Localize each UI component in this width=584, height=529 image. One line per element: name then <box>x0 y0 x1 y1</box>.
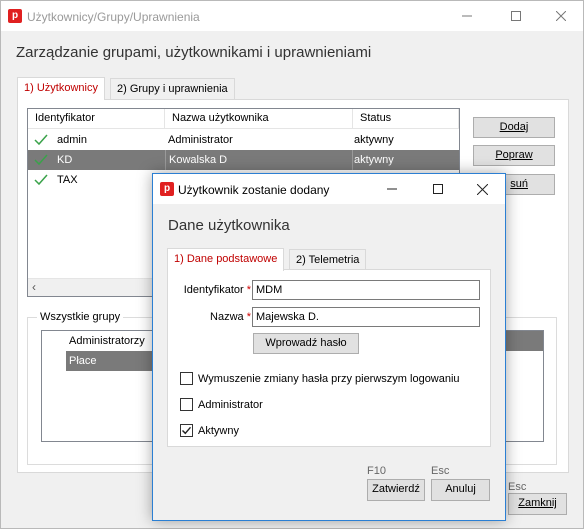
column-header-identifier[interactable]: Identyfikator <box>28 109 165 129</box>
page-heading: Zarządzanie grupami, użytkownikami i upr… <box>16 44 372 61</box>
required-marker: * <box>246 284 251 296</box>
identifier-label: Identyfikator * <box>173 284 251 296</box>
required-marker: * <box>246 311 251 323</box>
cancel-button[interactable]: Anuluj <box>431 479 490 501</box>
set-password-button[interactable]: Wprowadź hasło <box>253 333 359 354</box>
edit-user-label: Popraw <box>495 149 533 161</box>
checkbox-box[interactable] <box>180 372 193 385</box>
cell-status: aktywny <box>354 154 394 166</box>
all-groups-legend: Wszystkie grupy <box>37 311 124 323</box>
check-icon <box>34 154 48 166</box>
maximize-icon <box>433 184 443 194</box>
column-header-status[interactable]: Status <box>353 109 459 129</box>
cell-identifier: admin <box>57 134 87 146</box>
dialog-title: Użytkownik zostanie dodany <box>178 183 330 197</box>
scroll-left-icon[interactable]: ‹ <box>32 280 36 294</box>
list-item[interactable]: Administratorzy <box>66 331 166 351</box>
app-logo-icon: p <box>160 182 174 196</box>
identifier-input[interactable]: MDM <box>252 280 480 300</box>
app-logo-icon: p <box>8 9 22 23</box>
tab-telemetry[interactable]: 2) Telemetria <box>289 249 367 271</box>
dialog-maximize-button[interactable] <box>415 174 461 204</box>
minimize-icon <box>387 188 397 190</box>
close-shortcut-hint: Esc <box>508 481 527 493</box>
checkbox-label: Administrator <box>198 399 263 411</box>
cell-identifier: TAX <box>57 174 78 186</box>
add-user-dialog: p Użytkownik zostanie dodany Dane użytko… <box>152 173 506 521</box>
name-label-text: Nazwa <box>210 311 244 323</box>
close-icon <box>556 11 566 21</box>
tab-groups-permissions[interactable]: 2) Grupy i uprawnienia <box>110 78 235 100</box>
list-item-selected[interactable]: Płace <box>66 351 156 371</box>
column-header-username[interactable]: Nazwa użytkownika <box>165 109 353 129</box>
name-label: Nazwa * <box>173 311 251 323</box>
maximize-icon <box>511 11 521 21</box>
edit-user-button[interactable]: Popraw <box>473 145 555 166</box>
remove-user-label: suń <box>510 178 528 190</box>
cancel-shortcut-hint: Esc <box>431 465 450 477</box>
selected-row-highlight <box>505 331 543 351</box>
close-window-button[interactable] <box>538 1 584 31</box>
check-icon <box>34 134 48 146</box>
confirm-shortcut-hint: F10 <box>367 465 386 477</box>
name-input[interactable]: Majewska D. <box>252 307 480 327</box>
close-button[interactable]: Zamknij <box>508 493 567 515</box>
minimize-icon <box>462 15 472 17</box>
table-row-selected[interactable]: KD Kowalska D aktywny <box>28 150 459 170</box>
cell-username: Kowalska D <box>165 150 353 170</box>
add-user-label: Dodaj <box>499 121 529 133</box>
minimize-button[interactable] <box>444 1 490 31</box>
checkbox-label: Wymuszenie zmiany hasła przy pierwszym l… <box>198 373 460 385</box>
maximize-button[interactable] <box>493 1 539 31</box>
checkbox-label: Aktywny <box>198 425 239 437</box>
confirm-button[interactable]: Zatwierdź <box>367 479 425 501</box>
dialog-close-button[interactable] <box>459 174 505 204</box>
tab-basic-data[interactable]: 1) Dane podstawowe <box>167 248 285 271</box>
cell-status: aktywny <box>354 134 394 146</box>
check-icon <box>34 174 48 186</box>
add-user-button[interactable]: Dodaj <box>473 117 555 138</box>
checkbox-box[interactable] <box>180 398 193 411</box>
dialog-heading: Dane użytkownika <box>168 217 290 234</box>
window-title: Użytkownicy/Grupy/Uprawnienia <box>27 10 200 24</box>
title-bar: p Użytkownicy/Grupy/Uprawnienia <box>1 1 583 31</box>
tab-users[interactable]: 1) Użytkownicy <box>17 77 105 100</box>
dialog-minimize-button[interactable] <box>369 174 415 204</box>
table-row[interactable]: admin Administrator aktywny <box>28 130 459 150</box>
close-button-label: Zamknij <box>518 497 557 509</box>
checkbox-box-checked[interactable] <box>180 424 193 437</box>
close-icon <box>476 183 488 195</box>
identifier-label-text: Identyfikator <box>183 284 244 296</box>
dialog-title-bar: p Użytkownik zostanie dodany <box>153 174 505 204</box>
checkmark-icon <box>182 426 192 435</box>
cell-username: Administrator <box>168 134 233 146</box>
cell-identifier: KD <box>57 154 73 166</box>
